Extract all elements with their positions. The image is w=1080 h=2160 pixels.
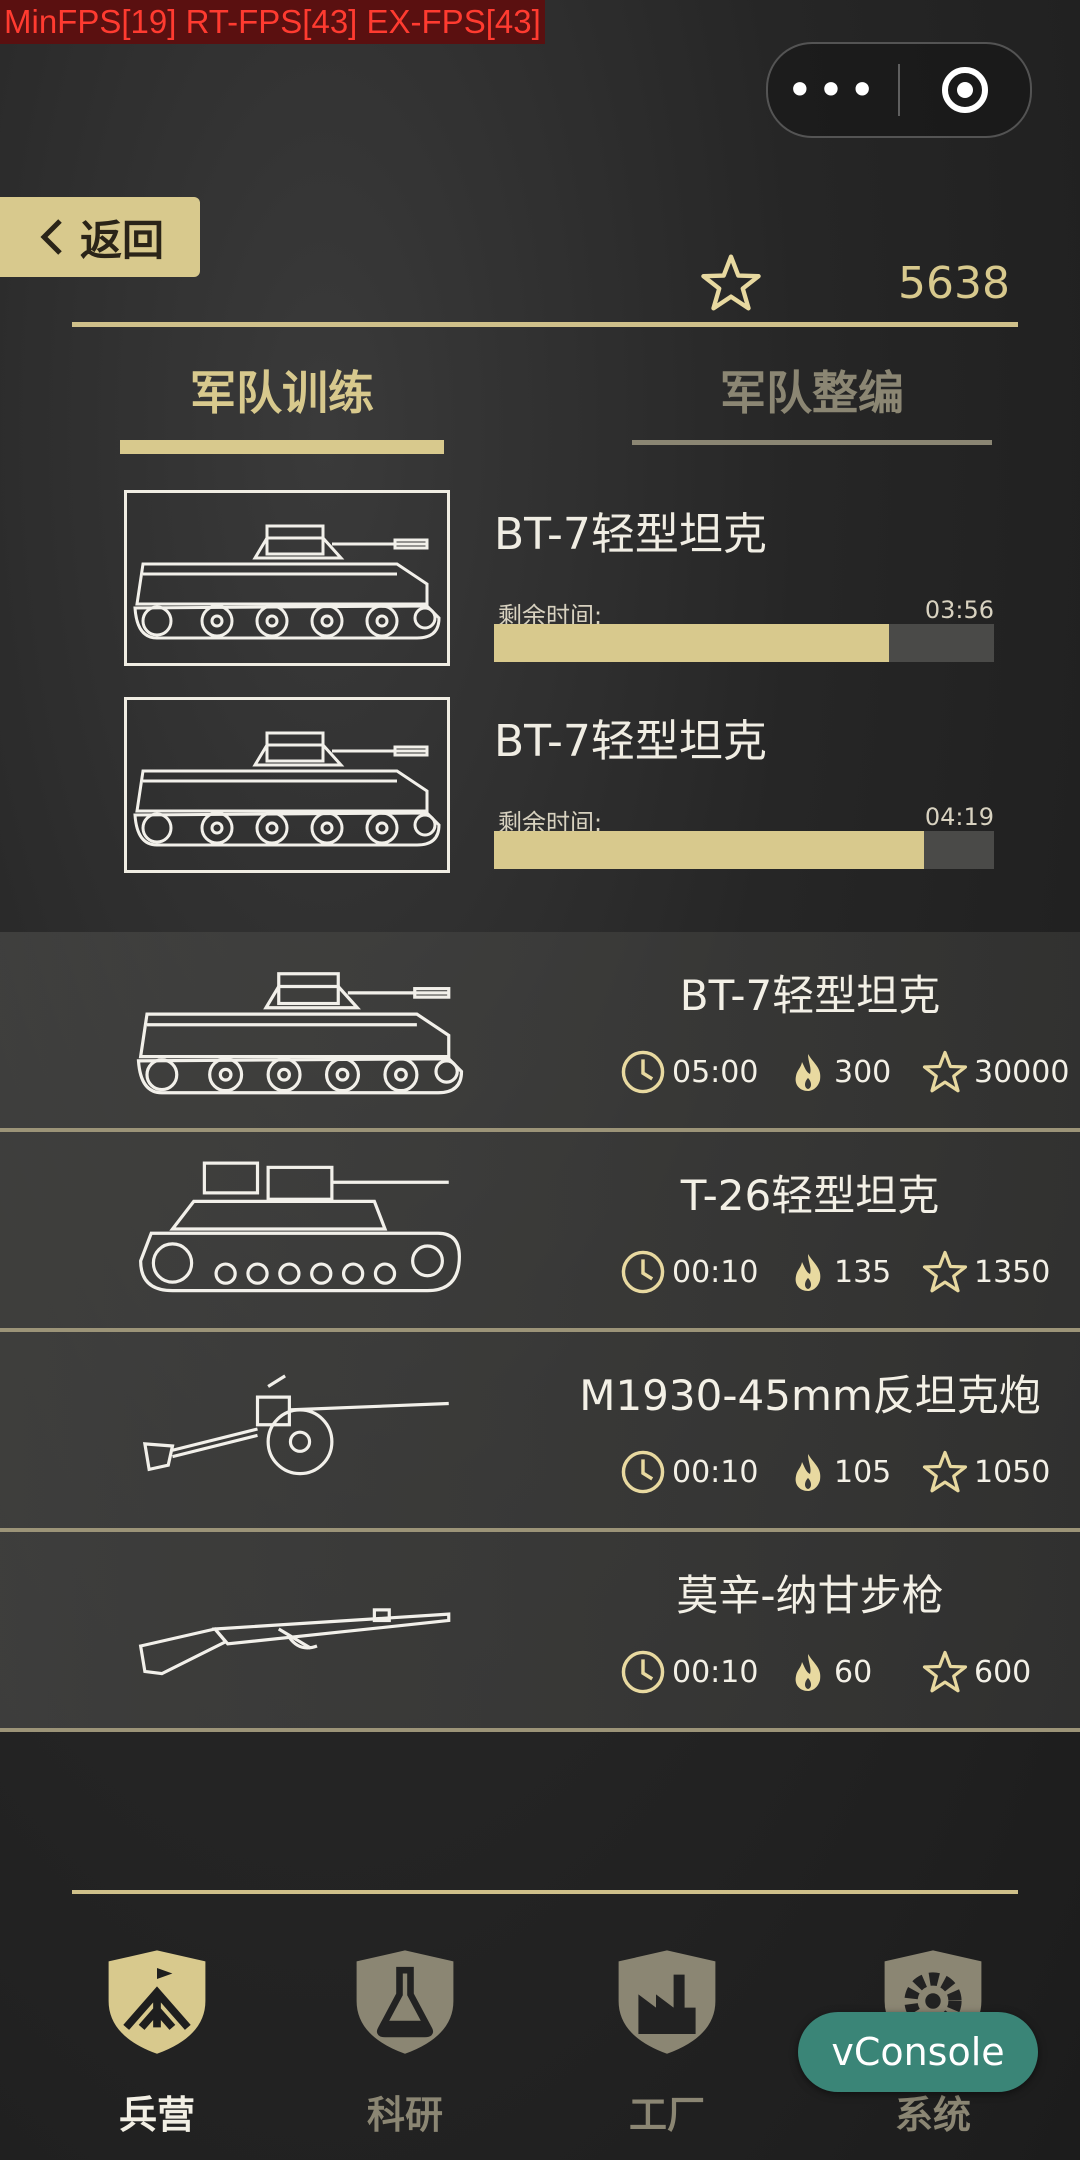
unit-fuel-value: 60 <box>834 1654 873 1690</box>
unit-fuel: 135 <box>788 1244 891 1300</box>
fire-icon <box>788 1249 828 1295</box>
vconsole-button[interactable]: vConsole <box>798 2012 1038 2092</box>
more-dots-icon[interactable]: ••• <box>768 44 898 136</box>
flask-icon <box>350 1938 460 2064</box>
bt7-tank-icon <box>130 954 470 1104</box>
unit-fuel-value: 105 <box>834 1454 892 1490</box>
chevron-left-icon <box>40 219 62 255</box>
fire-icon <box>788 1449 828 1495</box>
unit-star-cost: 600 <box>922 1644 1031 1700</box>
unit-time: 00:10 <box>620 1244 758 1300</box>
fps-debug-overlay: MinFPS[19] RT-FPS[43] EX-FPS[43] <box>0 0 545 44</box>
unit-star-value: 30000 <box>974 1054 1070 1090</box>
remaining-time: 03:56 <box>924 596 994 624</box>
unit-stats: 05:00 300 30000 <box>620 1044 1069 1100</box>
unit-fuel-value: 300 <box>834 1054 892 1090</box>
unit-time: 05:00 <box>620 1044 758 1100</box>
unit-star-cost: 30000 <box>922 1044 1069 1100</box>
antitank-gun-icon <box>130 1354 470 1504</box>
unit-row-rifle[interactable]: 莫辛-纳甘步枪 00:10 60 600 <box>0 1532 1080 1732</box>
target-icon[interactable] <box>900 64 1030 116</box>
bt7-tank-icon <box>127 493 447 663</box>
clock-icon <box>620 1449 666 1495</box>
unit-time-value: 05:00 <box>672 1054 759 1090</box>
tab-army-training[interactable]: 军队训练 <box>120 360 444 454</box>
queue-unit-name: BT-7轻型坦克 <box>494 716 767 767</box>
nav-factory[interactable]: 工厂 <box>602 1938 732 2137</box>
unit-star-value: 600 <box>974 1654 1032 1690</box>
unit-star-cost: 1350 <box>922 1244 1050 1300</box>
progress-bar <box>494 624 994 662</box>
unit-name: M1930-45mm反坦克炮 <box>579 1371 1041 1420</box>
unit-stats: 00:10 105 1050 <box>620 1444 1060 1500</box>
unit-name: 莫辛-纳甘步枪 <box>676 1571 944 1620</box>
bt7-tank-thumbnail <box>124 697 450 873</box>
fire-icon <box>788 1649 828 1695</box>
star-score: 5638 <box>700 248 1010 318</box>
clock-icon <box>620 1249 666 1295</box>
queue-unit-name: BT-7轻型坦克 <box>494 509 767 560</box>
unit-name: BT-7轻型坦克 <box>679 971 941 1020</box>
unit-star-value: 1350 <box>974 1254 1051 1290</box>
unit-fuel-value: 135 <box>834 1254 892 1290</box>
unit-stats: 00:10 60 600 <box>620 1644 1060 1700</box>
unit-fuel: 300 <box>788 1044 891 1100</box>
rifle-icon <box>130 1554 470 1704</box>
unit-row-antitank-gun[interactable]: M1930-45mm反坦克炮 00:10 105 1050 <box>0 1332 1080 1532</box>
bt7-tank-thumbnail <box>124 490 450 666</box>
star-icon <box>700 252 762 314</box>
t26-tank-icon <box>130 1154 470 1304</box>
nav-label: 工厂 <box>628 2092 705 2137</box>
nav-label: 系统 <box>894 2092 971 2137</box>
back-button[interactable]: 返回 <box>0 197 200 277</box>
miniprogram-capsule: ••• <box>766 42 1032 138</box>
unit-star-value: 1050 <box>974 1454 1051 1490</box>
factory-icon <box>612 1938 722 2064</box>
unit-fuel: 60 <box>788 1644 872 1700</box>
nav-research[interactable]: 科研 <box>340 1938 470 2137</box>
unit-row-t26[interactable]: T-26轻型坦克 00:10 135 1350 <box>0 1132 1080 1332</box>
clock-icon <box>620 1649 666 1695</box>
progress-fill <box>494 831 924 869</box>
unit-star-cost: 1050 <box>922 1444 1050 1500</box>
unit-row-bt7[interactable]: BT-7轻型坦克 05:00 300 30000 <box>0 932 1080 1132</box>
unit-time-value: 00:10 <box>672 1654 759 1690</box>
nav-barracks[interactable]: 兵营 <box>92 1938 222 2137</box>
nav-label: 兵营 <box>118 2092 195 2137</box>
tab-army-reorganize[interactable]: 军队整编 <box>632 360 992 445</box>
unit-stats: 00:10 135 1350 <box>620 1244 1060 1300</box>
unit-name: T-26轻型坦克 <box>680 1171 940 1220</box>
barracks-icon <box>102 1938 212 2064</box>
fire-icon <box>788 1049 828 1095</box>
unit-fuel: 105 <box>788 1444 891 1500</box>
training-queue-item: BT-7轻型坦克 剩余时间: 04:19 <box>124 697 994 873</box>
nav-divider <box>72 1890 1018 1894</box>
star-icon <box>922 1449 968 1495</box>
star-icon <box>922 1249 968 1295</box>
score-value: 5638 <box>898 257 1010 309</box>
nav-label: 科研 <box>366 2092 443 2137</box>
remaining-time: 04:19 <box>924 803 994 831</box>
unit-time: 00:10 <box>620 1444 758 1500</box>
clock-icon <box>620 1049 666 1095</box>
progress-bar <box>494 831 994 869</box>
progress-fill <box>494 624 889 662</box>
bt7-tank-icon <box>127 700 447 870</box>
unit-time-value: 00:10 <box>672 1454 759 1490</box>
header-divider <box>72 322 1018 327</box>
star-icon <box>922 1649 968 1695</box>
training-queue-item: BT-7轻型坦克 剩余时间: 03:56 <box>124 490 994 666</box>
unit-time-value: 00:10 <box>672 1254 759 1290</box>
star-icon <box>922 1049 968 1095</box>
unit-time: 00:10 <box>620 1644 758 1700</box>
back-label: 返回 <box>79 215 164 265</box>
